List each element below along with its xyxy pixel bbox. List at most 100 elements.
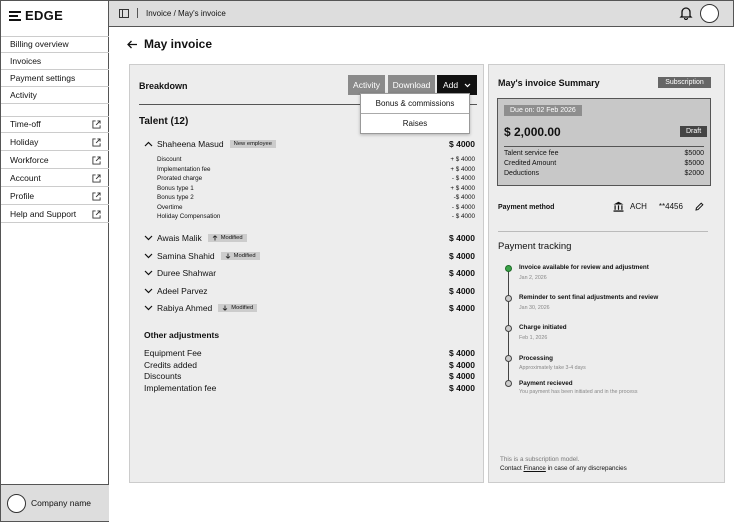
sidebar: EDGE Billing overview Invoices Payment s… (0, 0, 109, 522)
chevron-up-icon[interactable] (144, 141, 153, 147)
detail-row: Bonus type 1 + $ 4000 (157, 184, 475, 192)
talent-row[interactable]: Adeel Parvez $ 4000 (144, 285, 475, 297)
chevron-down-icon[interactable] (144, 305, 153, 311)
menu-item-bonus-commissions[interactable]: Bonus & commissions (361, 94, 469, 113)
external-link-icon (92, 137, 101, 147)
talent-heading: Talent (12) (139, 116, 189, 127)
talent-amount: $ 4000 (449, 286, 475, 296)
external-link-icon (92, 120, 101, 129)
user-avatar[interactable] (700, 4, 719, 23)
external-link-icon (92, 155, 101, 165)
detail-row: Bonus type 2 -$ 4000 (157, 194, 475, 201)
invoice-summary-panel: May's invoice Summary Subscription Due o… (488, 64, 725, 483)
detail-row: Prorated charge - $ 4000 (157, 175, 475, 182)
timeline-step-title: Charge initiated (519, 324, 567, 331)
chevron-down-icon[interactable] (144, 253, 153, 259)
timeline-step-date: Jan 2, 2026 (519, 275, 547, 281)
talent-row[interactable]: Shaheena Masud New employee $ 4000 (144, 138, 475, 150)
talent-name: Adeel Parvez (157, 286, 208, 296)
timeline-dot (505, 325, 512, 332)
sidebar-item-time-off[interactable]: Time-off (1, 116, 109, 133)
activity-button[interactable]: Activity (348, 75, 385, 95)
timeline-step-title: Payment recieved (519, 380, 573, 387)
timeline-dot (505, 380, 512, 387)
talent-row[interactable]: Duree Shahwar $ 4000 (144, 267, 475, 279)
divider (498, 231, 708, 232)
company-avatar (7, 493, 26, 513)
chevron-down-icon[interactable] (144, 235, 153, 241)
sidebar-item-workforce[interactable]: Workforce (1, 152, 109, 169)
invoice-amount-card: Due on: 02 Feb 2026 $ 2,000.00 Draft Tal… (497, 98, 711, 186)
timeline-step-title: Invoice available for review and adjustm… (519, 264, 649, 271)
summary-title: May's invoice Summary (498, 78, 600, 88)
chevron-down-icon[interactable] (144, 288, 153, 294)
finance-link[interactable]: Finance (523, 465, 545, 472)
adjustment-row: Equipment Fee $ 4000 (144, 348, 475, 358)
arrow-down-icon (225, 253, 230, 259)
talent-amount: $ 4000 (449, 268, 475, 278)
timeline-step-date: Jan 30, 2026 (519, 305, 550, 311)
arrow-up-icon (212, 235, 218, 241)
talent-row[interactable]: Awais Malik Modified $ 4000 (144, 232, 475, 244)
sidebar-item-help-and-support[interactable]: Help and Support (1, 206, 109, 223)
top-bar: Invoice / May's invoice (109, 0, 734, 27)
detail-row: Holiday Compensation - $ 4000 (157, 213, 475, 220)
sidebar-item-invoices[interactable]: Invoices (1, 53, 109, 70)
chevron-down-icon[interactable] (144, 270, 153, 276)
timeline-step-title: Reminder to sent final adjustments and r… (519, 294, 659, 301)
detail-row: Overtime - $ 4000 (157, 203, 475, 211)
arrow-down-icon (222, 305, 228, 311)
other-adjustments-heading: Other adjustments (144, 330, 220, 340)
timeline-step-date: Feb 1, 2026 (519, 335, 548, 341)
company-name: Company name (31, 498, 92, 508)
subscription-note: This is a subscription model. (500, 456, 580, 463)
talent-row[interactable]: Rabiya Ahmed Modified $ 4000 (144, 302, 475, 314)
sidebar-item-profile[interactable]: Profile (1, 188, 109, 205)
timeline-dot-complete (505, 265, 512, 272)
breadcrumb: Invoice / May's invoice (119, 8, 226, 18)
external-link-icon (92, 209, 101, 219)
timeline-dot (505, 295, 512, 302)
menu-item-raises[interactable]: Raises (361, 114, 469, 133)
divider (504, 146, 704, 147)
bank-icon (613, 201, 624, 212)
sidebar-item-payment-settings[interactable]: Payment settings (1, 70, 109, 87)
download-button[interactable]: Download (388, 75, 435, 95)
talent-amount: $ 4000 (449, 233, 475, 243)
chevron-down-icon (464, 83, 471, 87)
page-title: May invoice (127, 37, 212, 51)
payment-tracking-title: Payment tracking (498, 241, 572, 252)
sidebar-item-activity[interactable]: Activity (1, 87, 109, 104)
adjustment-row: Implementation fee $ 4000 (144, 382, 475, 393)
breadcrumb-separator (137, 8, 138, 18)
add-button[interactable]: Add (437, 75, 477, 95)
status-badge: Modified (220, 252, 260, 260)
talent-row[interactable]: Samina Shahid Modified $ 4000 (144, 250, 475, 262)
talent-name: Duree Shahwar (157, 268, 217, 278)
talent-amount: $ 4000 (449, 251, 475, 261)
payment-method-type: ACH (630, 202, 647, 211)
contact-note: Contact Finance in case of any discrepan… (500, 465, 627, 472)
company-switcher[interactable]: Company name (1, 484, 109, 521)
sidebar-item-holiday[interactable]: Holiday (1, 134, 109, 151)
subscription-badge: Subscription (658, 77, 711, 88)
talent-name: Rabiya Ahmed (157, 303, 213, 313)
brand-logo[interactable]: EDGE (9, 8, 63, 23)
summary-line: Talent service fee $5000 (504, 150, 704, 157)
adjustment-row: Credits added $ 4000 (144, 359, 475, 370)
summary-line: Credited Amount $5000 (504, 160, 704, 167)
breadcrumb-text[interactable]: Invoice / May's invoice (146, 9, 226, 18)
brand-name: EDGE (25, 8, 64, 23)
sidebar-toggle-icon[interactable] (119, 8, 129, 18)
status-badge: Modified (218, 304, 258, 312)
bell-icon[interactable] (679, 6, 693, 20)
back-arrow-icon[interactable] (127, 40, 138, 49)
sidebar-item-billing-overview[interactable]: Billing overview (1, 36, 109, 53)
account-number: **4456 (658, 202, 683, 211)
sidebar-item-account[interactable]: Account (1, 170, 109, 187)
talent-name: Samina Shahid (157, 251, 215, 261)
status-badge: Draft (680, 126, 708, 137)
breakdown-title: Breakdown (139, 81, 188, 91)
edit-pencil-icon[interactable] (695, 202, 704, 211)
timeline-step-note: You payment has been initiated and in th… (519, 389, 638, 395)
